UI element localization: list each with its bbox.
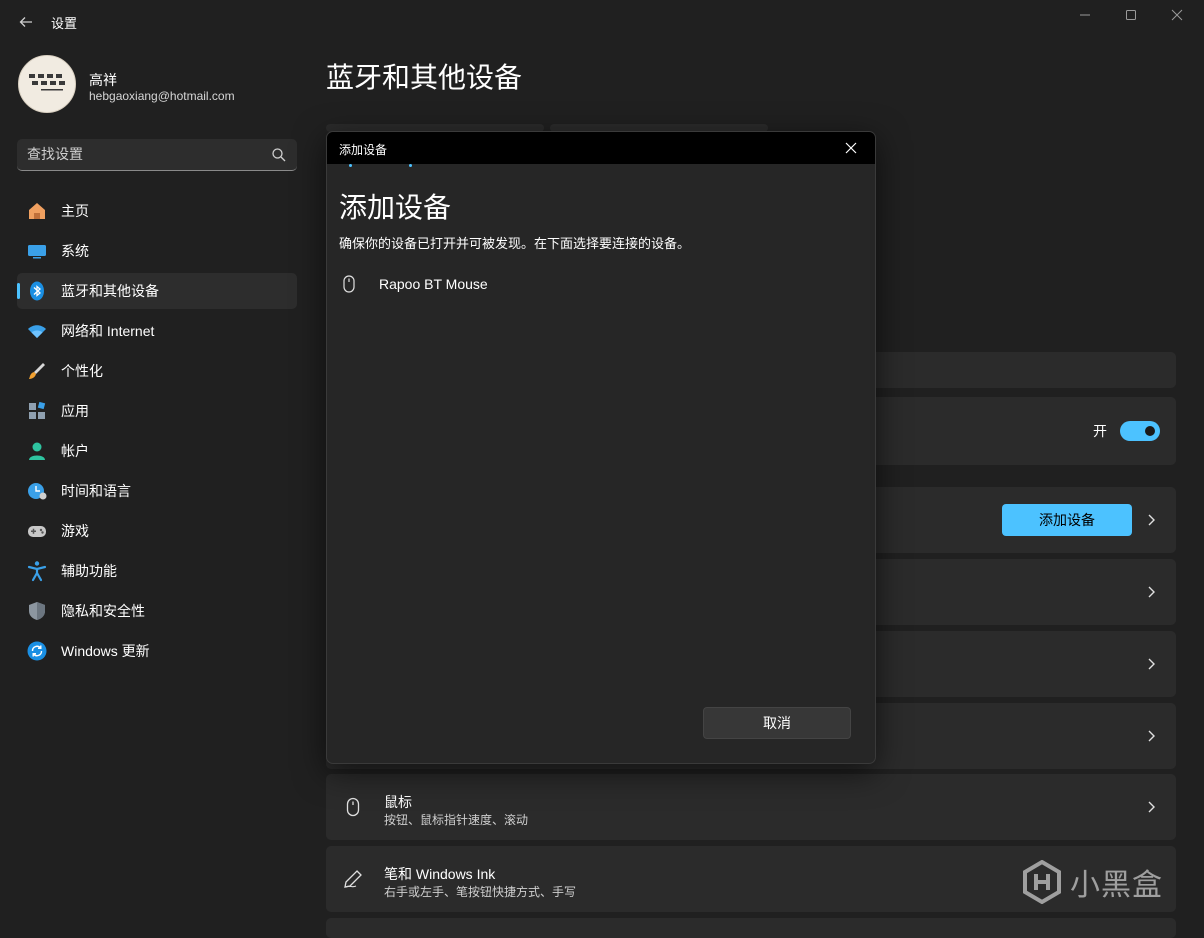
search-input[interactable] xyxy=(27,139,257,169)
sidebar-item-label: 系统 xyxy=(61,243,89,259)
brush-icon xyxy=(26,360,48,382)
update-icon xyxy=(26,640,48,662)
sidebar-item-personalization[interactable]: 个性化 xyxy=(17,353,297,389)
user-email: hebgaoxiang@hotmail.com xyxy=(89,89,235,103)
search-icon[interactable] xyxy=(271,147,287,163)
progress-dot xyxy=(409,164,412,167)
title-bar xyxy=(0,0,1204,44)
close-window-button[interactable] xyxy=(1154,0,1200,30)
avatar-calligraphy-image xyxy=(27,71,67,98)
sidebar-item-network[interactable]: 网络和 Internet xyxy=(17,313,297,349)
gamepad-icon xyxy=(26,520,48,542)
close-icon xyxy=(1171,9,1183,21)
time-language-icon xyxy=(26,480,48,502)
avatar[interactable] xyxy=(18,55,76,113)
back-button[interactable] xyxy=(12,8,40,36)
sidebar-item-label: 时间和语言 xyxy=(61,483,131,499)
sidebar-item-label: 帐户 xyxy=(61,443,89,459)
add-device-dialog: 添加设备 添加设备 确保你的设备已打开并可被发现。在下面选择要连接的设备。 Ra… xyxy=(326,131,876,764)
dialog-bar-title: 添加设备 xyxy=(339,143,388,157)
sidebar-item-gaming[interactable]: 游戏 xyxy=(17,513,297,549)
page-title: 蓝牙和其他设备 xyxy=(326,62,523,93)
bluetooth-icon xyxy=(26,280,48,302)
chevron-right-icon xyxy=(1148,801,1155,813)
minimize-icon xyxy=(1080,14,1090,16)
heybox-logo-icon xyxy=(1023,860,1061,904)
mouse-title: 鼠标 xyxy=(384,794,412,810)
back-arrow-icon xyxy=(19,17,32,27)
add-device-button[interactable]: 添加设备 xyxy=(1002,504,1132,536)
sidebar-item-label: 辅助功能 xyxy=(61,563,117,579)
pen-title: 笔和 Windows Ink xyxy=(384,866,496,882)
chevron-right-icon xyxy=(1148,514,1155,526)
pen-icon xyxy=(344,870,362,888)
sidebar-item-home[interactable]: 主页 xyxy=(17,193,297,229)
sidebar-nav: 主页 系统 蓝牙和其他设备 网络和 Internet 个性化 应用 帐户 时间和… xyxy=(17,193,297,673)
sidebar-item-accessibility[interactable]: 辅助功能 xyxy=(17,553,297,589)
chevron-right-icon xyxy=(1148,658,1155,670)
dialog-description: 确保你的设备已打开并可被发现。在下面选择要连接的设备。 xyxy=(339,236,691,251)
chevron-right-icon xyxy=(1148,730,1155,742)
minimize-button[interactable] xyxy=(1062,0,1108,30)
close-icon xyxy=(845,142,857,154)
dialog-close-button[interactable] xyxy=(833,134,869,162)
mouse-icon xyxy=(343,275,355,293)
bluetooth-state-label: 开 xyxy=(1093,423,1107,439)
account-icon xyxy=(26,440,48,462)
pen-subtitle: 右手或左手、笔按钮快捷方式、手写 xyxy=(384,885,577,899)
user-name: 高祥 xyxy=(89,72,117,88)
chevron-right-icon xyxy=(1148,586,1155,598)
sidebar-item-label: 主页 xyxy=(61,203,89,219)
watermark: 小黑盒 xyxy=(1022,860,1163,904)
sidebar-item-label: 个性化 xyxy=(61,363,103,379)
sidebar-item-apps[interactable]: 应用 xyxy=(17,393,297,429)
sidebar-item-label: 应用 xyxy=(61,403,89,419)
dialog-heading: 添加设备 xyxy=(339,192,452,223)
maximize-icon xyxy=(1126,10,1136,20)
mouse-subtitle: 按钮、鼠标指针速度、滚动 xyxy=(384,813,529,827)
shield-icon xyxy=(26,600,48,622)
apps-icon xyxy=(26,400,48,422)
maximize-button[interactable] xyxy=(1108,0,1154,30)
progress-dot xyxy=(349,164,352,167)
wifi-icon xyxy=(26,320,48,342)
sidebar-item-label: 游戏 xyxy=(61,523,89,539)
watermark-text: 小黑盒 xyxy=(1070,869,1163,902)
sidebar-item-time-language[interactable]: 时间和语言 xyxy=(17,473,297,509)
search-box[interactable] xyxy=(17,139,297,171)
sidebar-item-label: 网络和 Internet xyxy=(61,323,155,339)
home-icon xyxy=(26,200,48,222)
app-title: 设置 xyxy=(51,16,78,31)
device-name: Rapoo BT Mouse xyxy=(379,276,488,292)
sidebar-item-label: 隐私和安全性 xyxy=(61,603,145,619)
sidebar-item-bluetooth[interactable]: 蓝牙和其他设备 xyxy=(17,273,297,309)
sidebar-item-label: 蓝牙和其他设备 xyxy=(61,283,159,299)
mouse-icon xyxy=(346,797,360,817)
sidebar-item-accounts[interactable]: 帐户 xyxy=(17,433,297,469)
discovered-device-item[interactable]: Rapoo BT Mouse xyxy=(335,270,865,298)
sidebar-item-windows-update[interactable]: Windows 更新 xyxy=(17,633,297,669)
bluetooth-toggle[interactable] xyxy=(1120,421,1160,441)
sidebar-item-label: Windows 更新 xyxy=(61,643,150,659)
sidebar-item-privacy[interactable]: 隐私和安全性 xyxy=(17,593,297,629)
accessibility-icon xyxy=(26,560,48,582)
system-icon xyxy=(26,240,48,262)
mouse-settings-row[interactable]: 鼠标 按钮、鼠标指针速度、滚动 xyxy=(326,774,1176,840)
settings-row[interactable] xyxy=(326,918,1176,938)
cancel-button[interactable]: 取消 xyxy=(703,707,851,739)
sidebar-item-system[interactable]: 系统 xyxy=(17,233,297,269)
dialog-title-bar: 添加设备 xyxy=(327,132,875,164)
